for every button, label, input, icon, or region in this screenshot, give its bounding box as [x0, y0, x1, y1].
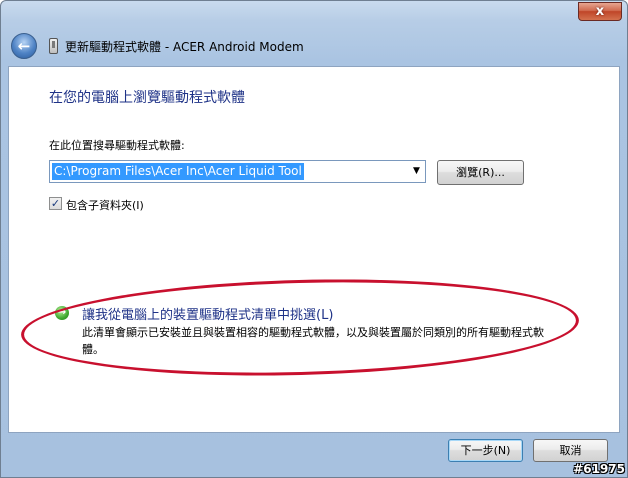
include-subfolders-label[interactable]: 包含子資料夾(I) — [66, 197, 144, 213]
checkmark-icon: ✓ — [50, 197, 61, 210]
page-title: 在您的電腦上瀏覽驅動程式軟體 — [49, 90, 245, 106]
chevron-down-icon[interactable]: ▼ — [408, 161, 425, 182]
back-button[interactable]: ← — [11, 33, 37, 59]
cancel-button[interactable]: 取消 — [533, 439, 608, 462]
path-input-value[interactable]: C:\Program Files\Acer Inc\Acer Liquid To… — [52, 163, 304, 180]
include-subfolders-checkbox[interactable]: ✓ — [49, 197, 62, 210]
wizard-footer: 下一步(N) 取消 — [8, 433, 620, 467]
wizard-header: ← 更新驅動程式軟體 - ACER Android Modem — [8, 31, 620, 65]
device-icon — [49, 38, 58, 54]
green-arrow-icon: → — [55, 306, 69, 320]
pick-from-list-description: 此清單會顯示已安裝並且與裝置相容的驅動程式軟體，以及與裝置屬於同類別的所有驅動程… — [82, 326, 544, 356]
wizard-content: 在您的電腦上瀏覽驅動程式軟體 在此位置搜尋驅動程式軟體: C:\Program … — [8, 66, 620, 433]
search-location-label: 在此位置搜尋驅動程式軟體: — [49, 139, 185, 152]
close-icon: x — [595, 4, 605, 19]
title-bar: x — [1, 1, 627, 31]
back-arrow-icon: ← — [17, 37, 31, 55]
watermark: #61975 — [573, 462, 625, 476]
path-combobox[interactable]: C:\Program Files\Acer Inc\Acer Liquid To… — [49, 160, 426, 183]
close-button[interactable]: x — [578, 2, 622, 21]
next-button[interactable]: 下一步(N) — [448, 439, 523, 462]
pick-from-list-link[interactable]: 讓我從電腦上的裝置驅動程式清單中挑選(L) — [82, 304, 333, 323]
browse-button[interactable]: 瀏覽(R)... — [437, 160, 524, 185]
dialog-window: x ← 更新驅動程式軟體 - ACER Android Modem 在您的電腦上… — [0, 0, 628, 478]
window-title: 更新驅動程式軟體 - ACER Android Modem — [65, 40, 304, 54]
